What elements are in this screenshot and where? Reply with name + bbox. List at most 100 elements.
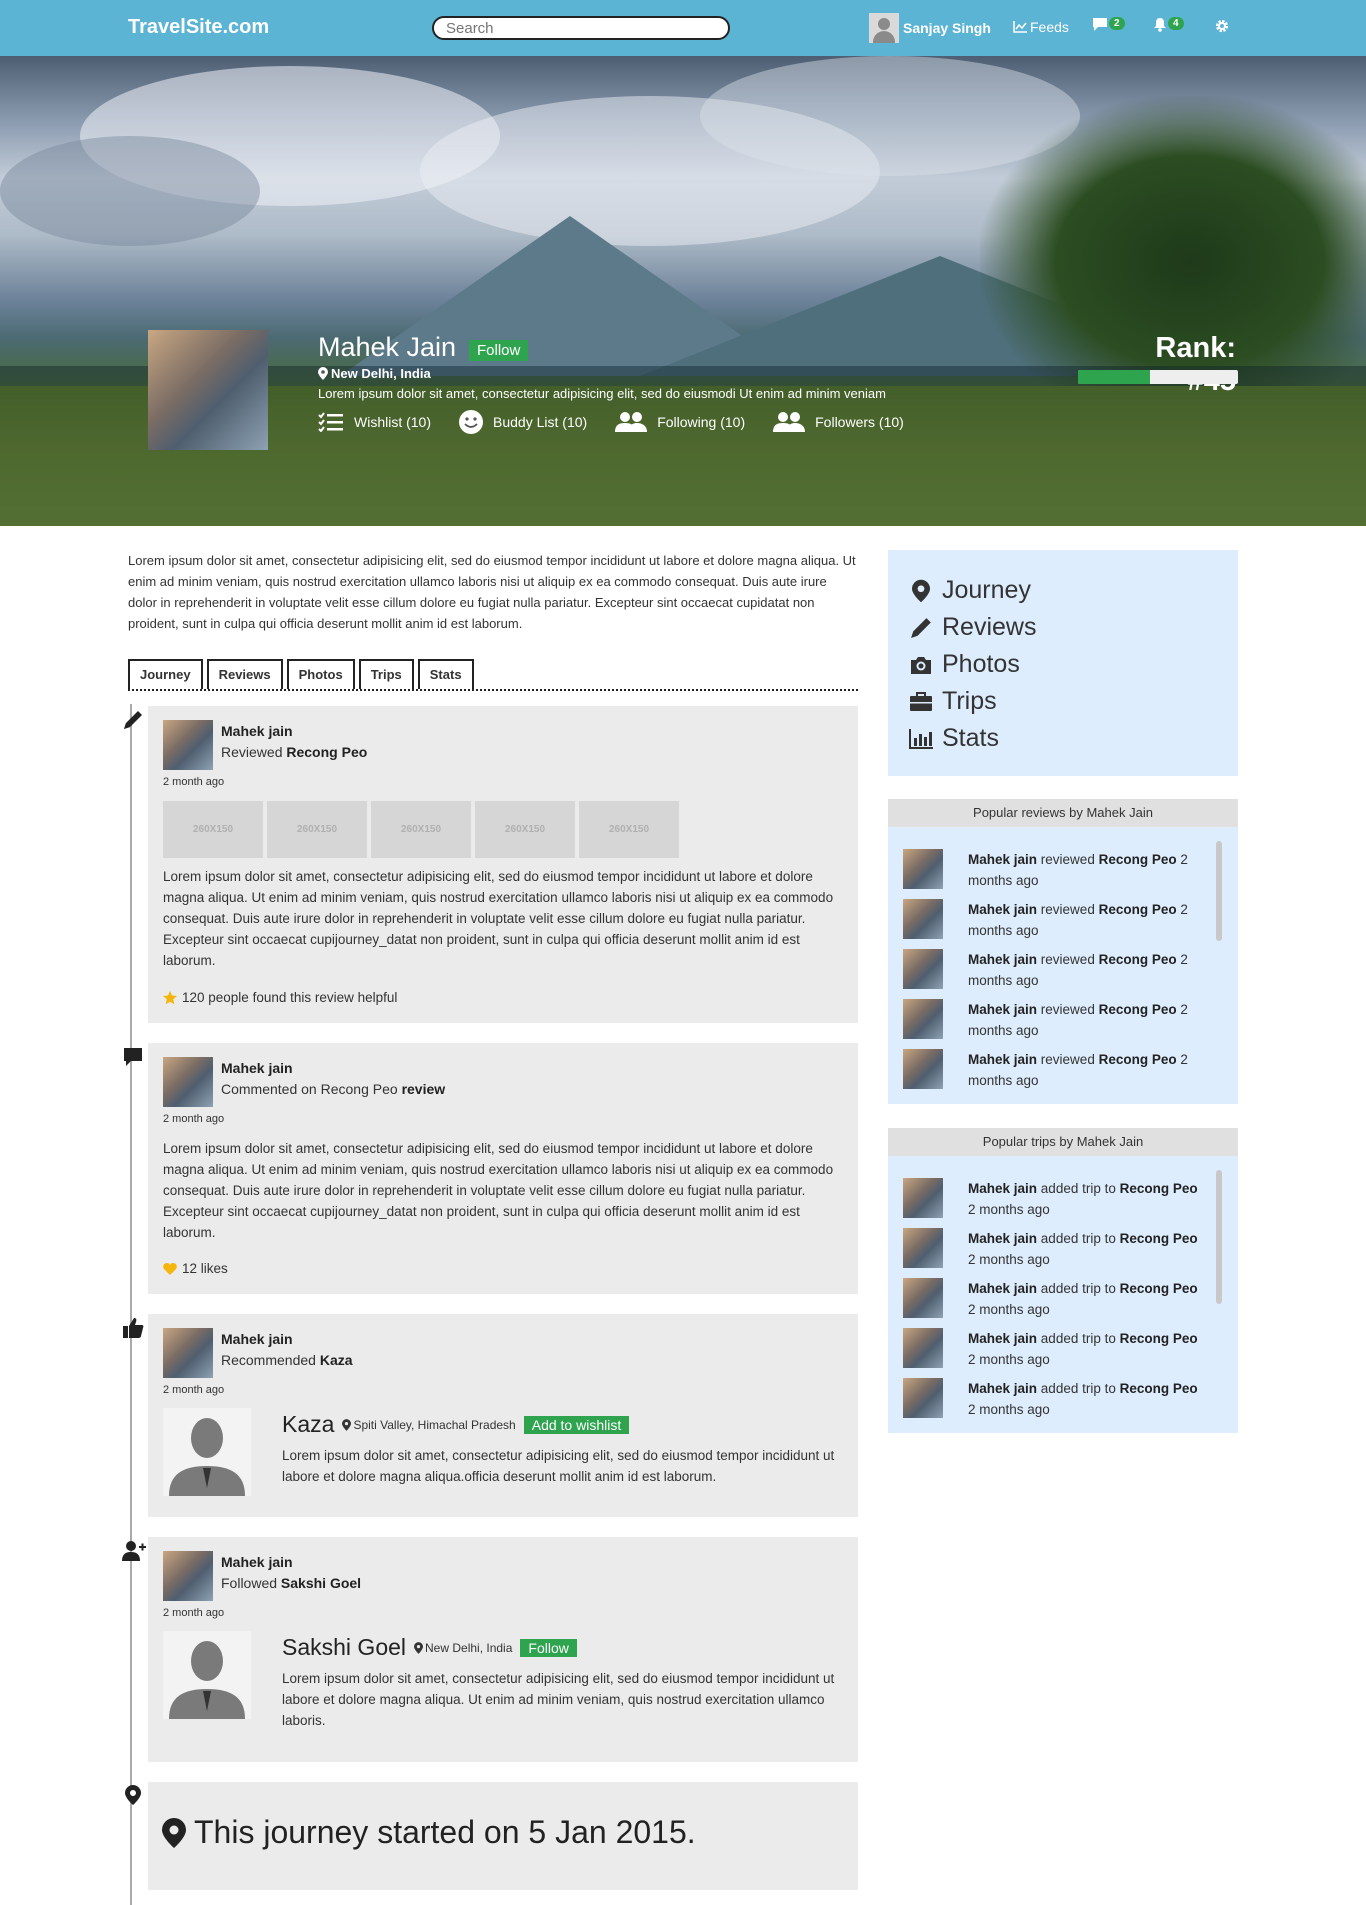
wishlist-link[interactable]: Wishlist (10) xyxy=(318,410,431,434)
activity-user-name[interactable]: Mahek jain xyxy=(221,723,367,739)
notifications-button[interactable]: 4 xyxy=(1153,17,1184,32)
popular-reviews-scrollbar[interactable] xyxy=(1216,841,1222,941)
widget-title: Popular reviews by Mahek Jain xyxy=(888,799,1238,827)
item-avatar xyxy=(903,1049,943,1089)
item-place[interactable]: Recong Peo xyxy=(1120,1381,1198,1396)
sidenav-trips[interactable]: Trips xyxy=(908,683,1218,720)
popular-trips-widget: Popular trips by Mahek Jain Mahek jain a… xyxy=(888,1128,1238,1433)
follow-button[interactable]: Follow xyxy=(469,340,529,361)
profile-sidenav: Journey Reviews Photos Trips Stats xyxy=(888,550,1238,776)
list-item[interactable]: Mahek jain added trip to Recong Peo 2 mo… xyxy=(903,1278,1208,1320)
photo-thumbnail[interactable]: 260X150 xyxy=(475,801,575,858)
item-place[interactable]: Recong Peo xyxy=(1120,1331,1198,1346)
add-to-wishlist-button[interactable]: Add to wishlist xyxy=(523,1415,630,1434)
item-avatar xyxy=(903,1228,943,1268)
item-place[interactable]: Recong Peo xyxy=(1120,1231,1198,1246)
list-item[interactable]: Mahek jain added trip to Recong Peo 2 mo… xyxy=(903,1328,1208,1370)
widget-title: Popular trips by Mahek Jain xyxy=(888,1128,1238,1156)
tab-photos[interactable]: Photos xyxy=(286,659,355,689)
activity-target[interactable]: Kaza xyxy=(320,1352,353,1368)
followers-link[interactable]: Followers (10) xyxy=(773,410,904,434)
messages-button[interactable]: 2 xyxy=(1092,17,1125,32)
photo-thumbnail[interactable]: 260X150 xyxy=(163,801,263,858)
activity-user-name[interactable]: Mahek jain xyxy=(221,1060,445,1076)
map-marker-icon xyxy=(908,579,934,603)
sidenav-reviews[interactable]: Reviews xyxy=(908,609,1218,646)
search-input[interactable] xyxy=(432,16,730,40)
buddy-list-link[interactable]: Buddy List (10) xyxy=(459,410,587,434)
list-item[interactable]: Mahek jain added trip to Recong Peo 2 mo… xyxy=(903,1378,1208,1420)
item-user[interactable]: Mahek jain xyxy=(968,1281,1037,1296)
settings-button[interactable] xyxy=(1215,19,1229,33)
item-verb: added trip to xyxy=(1040,1281,1116,1296)
item-user[interactable]: Mahek jain xyxy=(968,1331,1037,1346)
popular-trips-scrollbar[interactable] xyxy=(1216,1170,1222,1304)
activity-header: Mahek jain Recommended Kaza xyxy=(163,1328,353,1378)
person-location-text: New Delhi, India xyxy=(425,1640,513,1655)
photo-thumbnail[interactable]: 260X150 xyxy=(267,801,367,858)
profile-avatar[interactable] xyxy=(148,330,268,450)
activity-target[interactable]: Sakshi Goel xyxy=(281,1575,361,1591)
item-place[interactable]: Recong Peo xyxy=(1120,1181,1198,1196)
place-name[interactable]: Kaza xyxy=(282,1411,334,1438)
photo-thumbnail[interactable]: 260X150 xyxy=(371,801,471,858)
site-logo[interactable]: TravelSite.com xyxy=(128,16,269,39)
item-user[interactable]: Mahek jain xyxy=(968,852,1037,867)
item-place[interactable]: Recong Peo xyxy=(1099,952,1177,967)
list-item[interactable]: Mahek jain reviewed Recong Peo 2 months … xyxy=(903,849,1208,891)
item-user[interactable]: Mahek jain xyxy=(968,1381,1037,1396)
item-place[interactable]: Recong Peo xyxy=(1099,902,1177,917)
tab-trips[interactable]: Trips xyxy=(358,659,414,689)
item-user[interactable]: Mahek jain xyxy=(968,1181,1037,1196)
item-user[interactable]: Mahek jain xyxy=(968,952,1037,967)
activity-avatar[interactable] xyxy=(163,1328,213,1378)
item-place[interactable]: Recong Peo xyxy=(1099,852,1177,867)
activity-user-name[interactable]: Mahek jain xyxy=(221,1331,353,1347)
place-image[interactable] xyxy=(163,1408,251,1496)
current-user-menu[interactable]: Sanjay Singh xyxy=(869,13,991,43)
list-item[interactable]: Mahek jain reviewed Recong Peo 2 months … xyxy=(903,999,1208,1041)
activity-avatar[interactable] xyxy=(163,720,213,770)
list-item[interactable]: Mahek jain reviewed Recong Peo 2 months … xyxy=(903,949,1208,991)
item-user[interactable]: Mahek jain xyxy=(968,1231,1037,1246)
item-place[interactable]: Recong Peo xyxy=(1099,1002,1177,1017)
activity-user-name[interactable]: Mahek jain xyxy=(221,1554,361,1570)
item-place[interactable]: Recong Peo xyxy=(1099,1052,1177,1067)
sidenav-photos[interactable]: Photos xyxy=(908,646,1218,683)
popular-reviews-list[interactable]: Mahek jain reviewed Recong Peo 2 months … xyxy=(888,827,1238,1094)
sidenav-journey[interactable]: Journey xyxy=(908,572,1218,609)
item-place[interactable]: Recong Peo xyxy=(1120,1281,1198,1296)
briefcase-icon xyxy=(908,691,934,712)
map-marker-icon xyxy=(342,1418,352,1431)
activity-avatar[interactable] xyxy=(163,1551,213,1601)
popular-trips-list[interactable]: Mahek jain added trip to Recong Peo 2 mo… xyxy=(888,1156,1238,1423)
list-item[interactable]: Mahek jain reviewed Recong Peo 2 months … xyxy=(903,899,1208,941)
item-user[interactable]: Mahek jain xyxy=(968,1002,1037,1017)
list-item[interactable]: Mahek jain added trip to Recong Peo 2 mo… xyxy=(903,1178,1208,1220)
profile-tabs: Journey Reviews Photos Trips Stats xyxy=(128,659,858,691)
activity-avatar[interactable] xyxy=(163,1057,213,1107)
tab-stats[interactable]: Stats xyxy=(417,659,474,689)
list-item[interactable]: Mahek jain reviewed Recong Peo 2 months … xyxy=(903,1049,1208,1091)
pencil-icon xyxy=(122,709,146,731)
activity-header: Mahek jain Reviewed Recong Peo xyxy=(163,720,367,770)
person-name[interactable]: Sakshi Goel xyxy=(282,1634,406,1661)
photo-thumbnail[interactable]: 260X150 xyxy=(579,801,679,858)
item-user[interactable]: Mahek jain xyxy=(968,1052,1037,1067)
activity-target[interactable]: Recong Peo xyxy=(286,744,367,760)
tab-journey[interactable]: Journey xyxy=(128,659,203,689)
journey-start-text: This journey started on 5 Jan 2015. xyxy=(194,1814,696,1850)
tab-reviews[interactable]: Reviews xyxy=(206,659,283,689)
following-link[interactable]: Following (10) xyxy=(615,410,745,434)
sidenav-stats[interactable]: Stats xyxy=(908,720,1218,757)
person-image[interactable] xyxy=(163,1631,251,1719)
heart-icon xyxy=(163,1262,177,1275)
activity-target[interactable]: review xyxy=(402,1081,446,1097)
activity-verb: Reviewed xyxy=(221,744,283,760)
feeds-link[interactable]: Feeds xyxy=(1013,19,1069,35)
follow-person-button[interactable]: Follow xyxy=(520,1638,577,1657)
item-time: 2 months ago xyxy=(968,1302,1050,1317)
list-item[interactable]: Mahek jain added trip to Recong Peo 2 mo… xyxy=(903,1228,1208,1270)
item-user[interactable]: Mahek jain xyxy=(968,902,1037,917)
likes-count[interactable]: 12 likes xyxy=(163,1261,228,1276)
